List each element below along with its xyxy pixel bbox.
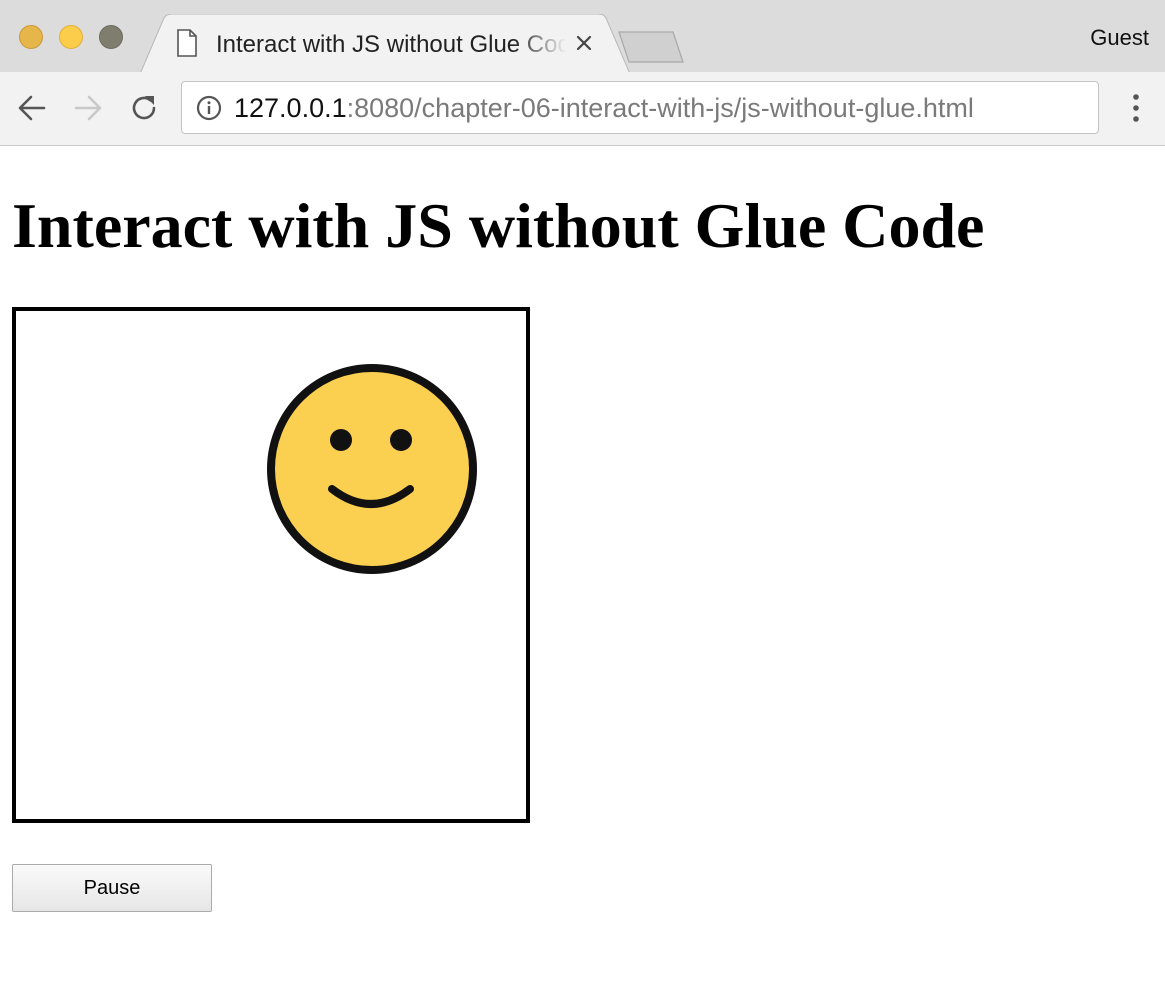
tab-content: Interact with JS without Glue Code [172,24,592,64]
tab-title: Interact with JS without Glue Code [216,31,566,58]
close-icon[interactable] [572,31,596,55]
new-tab-button[interactable] [615,30,687,64]
page-content: Interact with JS without Glue Code Pause [0,146,1165,982]
tab-strip: Interact with JS without Glue Code Guest [0,0,1165,74]
url-host: 127.0.0.1 [234,93,347,123]
address-bar[interactable]: 127.0.0.1:8080/chapter-06-interact-with-… [181,81,1099,134]
smiley-face-icon [267,364,477,574]
canvas [12,307,530,823]
info-icon[interactable] [196,95,222,121]
kebab-menu-icon[interactable] [1124,92,1148,124]
page-title: Interact with JS without Glue Code [12,190,985,261]
reload-icon[interactable] [128,92,160,124]
url-text[interactable]: 127.0.0.1:8080/chapter-06-interact-with-… [234,93,974,123]
forward-arrow-icon[interactable] [72,92,104,124]
url-path: :8080/chapter-06-interact-with-js/js-wit… [346,93,974,123]
page-icon [177,29,197,57]
window-minimize-button[interactable] [59,25,83,49]
window-close-button[interactable] [19,25,43,49]
window-maximize-button[interactable] [99,25,123,49]
profile-label[interactable]: Guest [1090,24,1149,52]
pause-button[interactable]: Pause [12,864,212,912]
back-arrow-icon[interactable] [16,92,48,124]
browser-toolbar: 127.0.0.1:8080/chapter-06-interact-with-… [0,72,1165,146]
browser-window: Interact with JS without Glue Code Guest [0,0,1165,982]
